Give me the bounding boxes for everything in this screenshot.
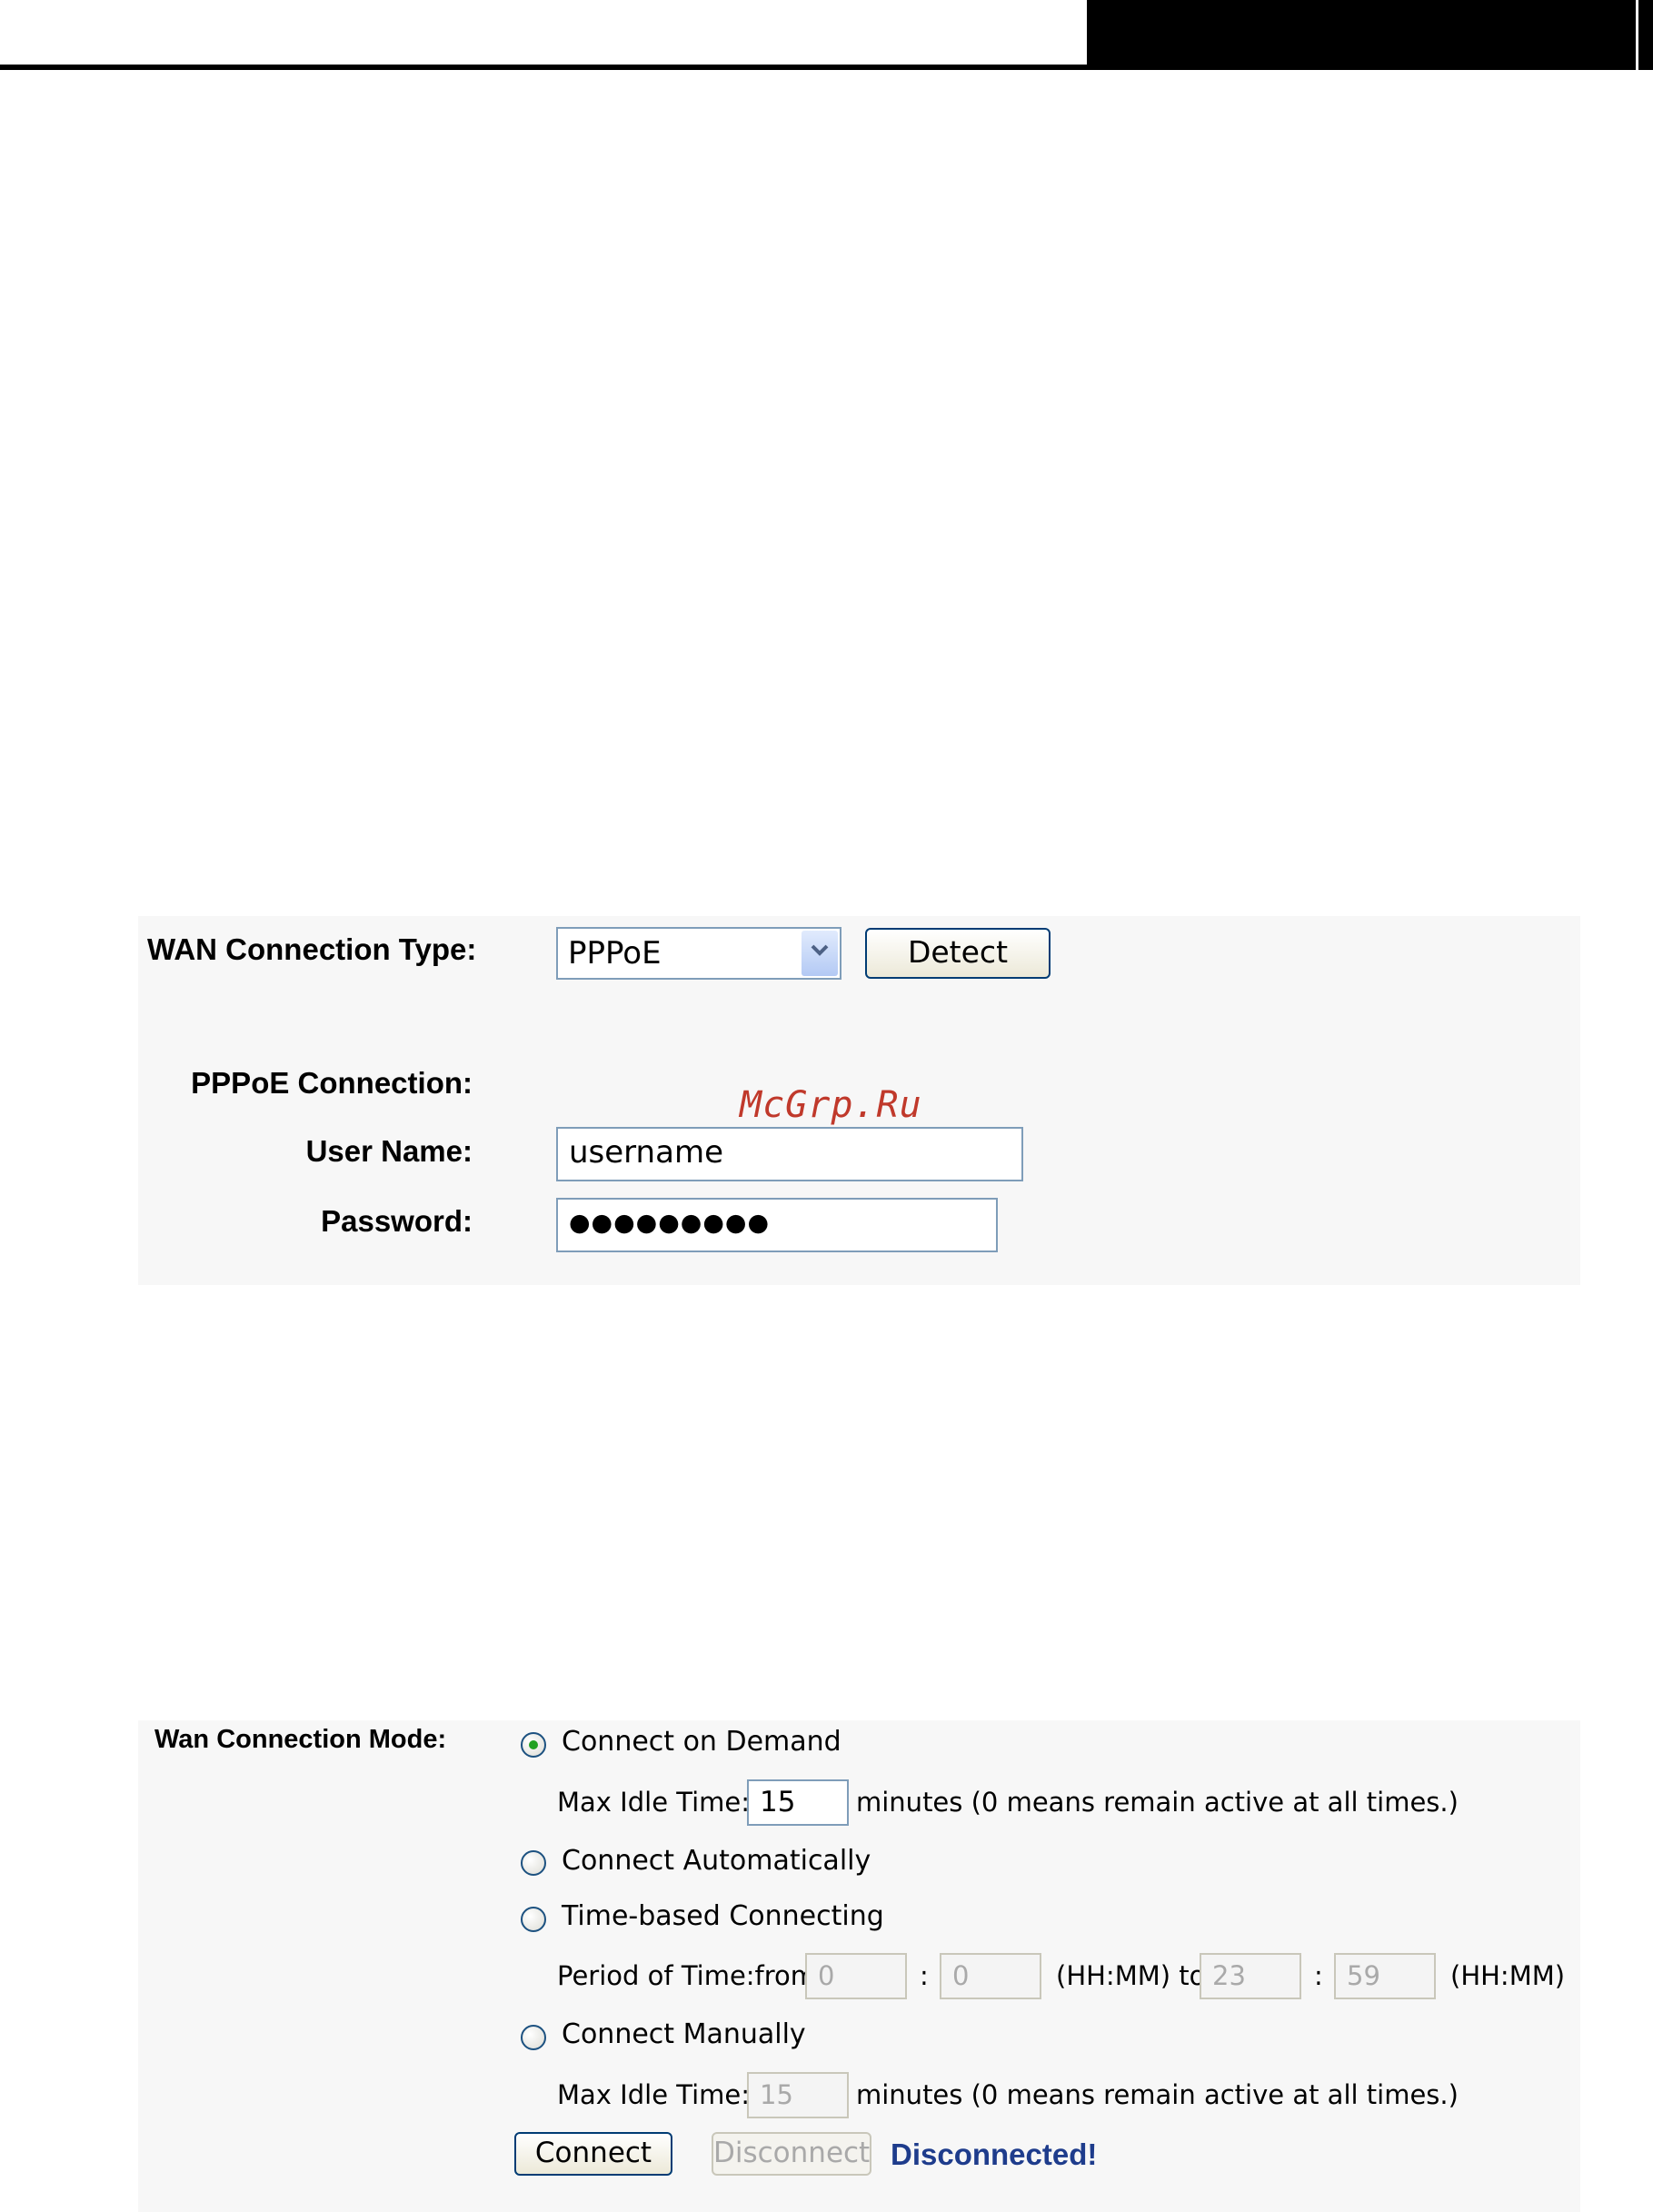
time-based-label: Time-based Connecting [562,1900,884,1932]
wan-type-label: WAN Connection Type: [147,932,477,966]
password-input[interactable]: ●●●●●●●●● [556,1198,998,1252]
manual-idle-suffix: minutes (0 means remain active at all ti… [856,2079,1459,2110]
connect-automatically-label: Connect Automatically [562,1845,871,1877]
to-colon: : [1314,1960,1323,1991]
header-rule [0,65,1087,70]
connection-status: Disconnected! [891,2137,1098,2171]
radio-connect-automatically[interactable] [521,1850,546,1876]
header-block [1087,0,1653,70]
demand-idle-suffix: minutes (0 means remain active at all ti… [856,1787,1459,1818]
watermark: McGrp.Ru [740,1084,922,1126]
from-colon: : [920,1960,929,1991]
demand-idle-label: Max Idle Time: [557,1787,750,1818]
to-hour-input[interactable]: 23 [1200,1953,1301,1999]
radio-connect-on-demand[interactable] [521,1732,546,1758]
disconnect-button[interactable]: Disconnect [712,2132,871,2176]
chevron-down-icon[interactable] [802,931,838,976]
to-minute-input[interactable]: 59 [1334,1953,1436,1999]
from-minute-input[interactable]: 0 [940,1953,1041,1999]
connect-button[interactable]: Connect [514,2132,672,2176]
radio-time-based[interactable] [521,1907,546,1932]
detect-button[interactable]: Detect [865,928,1051,979]
hhmm-to-label: (HH:MM) to [1056,1960,1206,1991]
wan-type-value: PPPoE [568,935,662,971]
wan-mode-label: Wan Connection Mode: [154,1725,447,1754]
demand-idle-input[interactable]: 15 [747,1779,849,1826]
header-notch [1636,0,1638,70]
username-label: User Name: [305,1134,473,1168]
password-label: Password: [321,1204,473,1238]
page: WAN Connection Type: PPPoE Detect PPPoE … [0,0,1653,2212]
wan-type-select[interactable]: PPPoE [556,927,841,980]
hhmm-end-label: (HH:MM) [1450,1960,1566,1991]
manual-idle-input[interactable]: 15 [747,2072,849,2118]
pppoe-connection-label: PPPoE Connection: [191,1066,473,1100]
radio-connect-manually[interactable] [521,2025,546,2050]
period-label: Period of Time:from [557,1960,817,1991]
radio-selected-dot [529,1740,538,1749]
connect-manually-label: Connect Manually [562,2018,806,2050]
username-input[interactable]: username [556,1127,1023,1181]
manual-idle-label: Max Idle Time: [557,2079,750,2110]
from-hour-input[interactable]: 0 [805,1953,907,1999]
connect-on-demand-label: Connect on Demand [562,1726,841,1758]
